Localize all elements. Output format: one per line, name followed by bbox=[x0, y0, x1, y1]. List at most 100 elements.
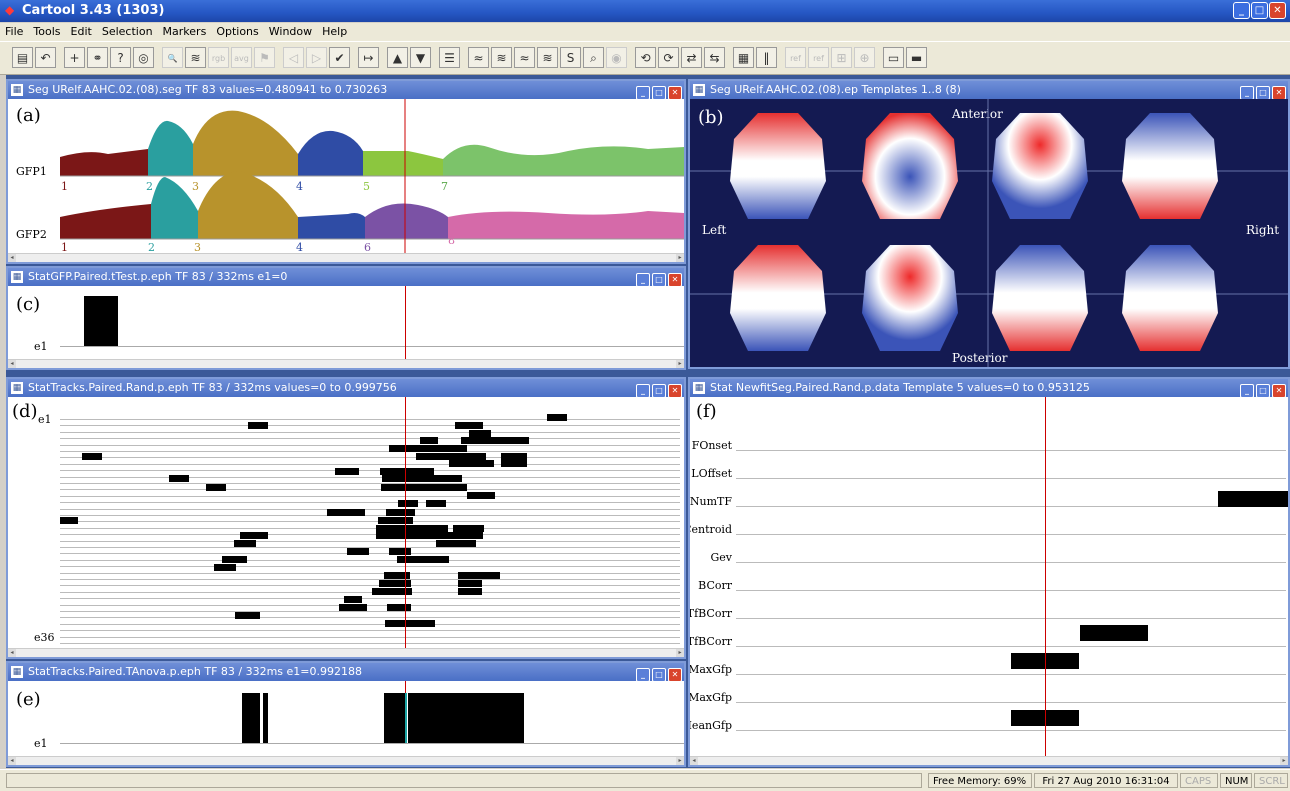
track-line bbox=[60, 611, 680, 612]
tracks-plot[interactable]: (d) e1 e36 bbox=[8, 397, 684, 649]
wave2-icon[interactable]: ≈ bbox=[468, 47, 489, 68]
app-icon[interactable]: ◆ bbox=[5, 4, 18, 17]
wave5-icon[interactable]: ≋ bbox=[537, 47, 558, 68]
minimize-button[interactable]: _ bbox=[636, 273, 650, 287]
significance-bar bbox=[501, 453, 527, 460]
close-button[interactable]: ✕ bbox=[1269, 2, 1286, 19]
grid-icon[interactable]: ▦ bbox=[733, 47, 754, 68]
maximize-button[interactable]: □ bbox=[1256, 384, 1270, 398]
tracks-window[interactable]: ▦ StatTracks.Paired.Rand.p.eph TF 83 / 3… bbox=[6, 377, 686, 659]
minimize-button[interactable]: _ bbox=[636, 384, 650, 398]
seg-window[interactable]: ▦ Seg URelf.AAHC.02.(08).seg TF 83 value… bbox=[6, 79, 686, 264]
wave4-icon[interactable]: ≈ bbox=[514, 47, 535, 68]
maximize-button[interactable]: □ bbox=[1256, 86, 1270, 100]
lines-icon[interactable]: ☰ bbox=[439, 47, 460, 68]
templates-window[interactable]: ▦ Seg URelf.AAHC.02.(08).ep Templates 1.… bbox=[688, 79, 1290, 369]
fit-row-line bbox=[736, 562, 1286, 563]
track-line bbox=[60, 425, 680, 427]
minimize-button[interactable]: _ bbox=[1240, 86, 1254, 100]
ref-icon[interactable]: ref bbox=[785, 47, 806, 68]
minimize-button[interactable]: _ bbox=[636, 668, 650, 682]
wave3-icon[interactable]: ≋ bbox=[491, 47, 512, 68]
templates-maps-view[interactable]: (b) Anterior Posterior Left Right bbox=[690, 99, 1288, 367]
minimize-button[interactable]: _ bbox=[636, 86, 650, 100]
fit-row-line bbox=[736, 478, 1286, 479]
link-icon[interactable]: ⚭ bbox=[87, 47, 108, 68]
close-button[interactable]: ✕ bbox=[668, 668, 682, 682]
window2-icon[interactable]: ▬ bbox=[906, 47, 927, 68]
mdi-workspace: ▦ Seg URelf.AAHC.02.(08).seg TF 83 value… bbox=[6, 75, 1290, 768]
sync4-icon[interactable]: ⇆ bbox=[704, 47, 725, 68]
open-doc-icon[interactable]: ▤ bbox=[12, 47, 33, 68]
menu-file[interactable]: File bbox=[0, 23, 28, 38]
track-line bbox=[60, 566, 680, 568]
barcode-icon[interactable]: ‖ bbox=[756, 47, 777, 68]
undo-icon[interactable]: ↶ bbox=[35, 47, 56, 68]
minimize-button[interactable]: _ bbox=[1240, 384, 1254, 398]
down-icon[interactable]: ▼ bbox=[410, 47, 431, 68]
fitting-window[interactable]: ▦ Stat NewfitSeg.Paired.Rand.p.data Temp… bbox=[688, 377, 1290, 767]
ref2-icon[interactable]: ref bbox=[808, 47, 829, 68]
menu-markers[interactable]: Markers bbox=[158, 23, 212, 38]
fit-row-label: NumTF bbox=[690, 495, 732, 508]
close-button[interactable]: ✕ bbox=[668, 384, 682, 398]
fitting-window-titlebar[interactable]: ▦ Stat NewfitSeg.Paired.Rand.p.data Temp… bbox=[690, 379, 1288, 398]
horizontal-scrollbar[interactable]: ◂ ▸ bbox=[8, 756, 684, 765]
horizontal-scrollbar[interactable]: ◂ ▸ bbox=[690, 756, 1288, 765]
tracks-window-titlebar[interactable]: ▦ StatTracks.Paired.Rand.p.eph TF 83 / 3… bbox=[8, 379, 684, 398]
close-button[interactable]: ✕ bbox=[668, 86, 682, 100]
flag-icon[interactable]: ⚑ bbox=[254, 47, 275, 68]
prev-icon[interactable]: ◁ bbox=[283, 47, 304, 68]
tanova-window[interactable]: ▦ StatTracks.Paired.TAnova.p.eph TF 83 /… bbox=[6, 661, 686, 767]
sync-icon[interactable]: ⟲ bbox=[635, 47, 656, 68]
templates-window-titlebar[interactable]: ▦ Seg URelf.AAHC.02.(08).ep Templates 1.… bbox=[690, 81, 1288, 100]
maximize-button[interactable]: □ bbox=[1251, 2, 1268, 19]
seg-plot[interactable]: (a) GFP1 GFP2 1 2 3 4 5 7 1 2 3 4 6 8 bbox=[8, 99, 684, 254]
up-icon[interactable]: ▲ bbox=[387, 47, 408, 68]
eye-icon[interactable]: ◉ bbox=[606, 47, 627, 68]
scale-icon[interactable]: ⊞ bbox=[831, 47, 852, 68]
maximize-button[interactable]: □ bbox=[652, 384, 666, 398]
rgb-icon[interactable]: rgb bbox=[208, 47, 229, 68]
fitting-plot[interactable]: (f) FOnset LOffset NumTF Centroid Gev BCorr Tf… bbox=[690, 397, 1288, 757]
scale2-icon[interactable]: ⊕ bbox=[854, 47, 875, 68]
window-icon[interactable]: ▭ bbox=[883, 47, 904, 68]
ttest-window[interactable]: ▦ StatGFP.Paired.tTest.p.eph TF 83 / 332… bbox=[6, 266, 686, 370]
avg-icon[interactable]: avg bbox=[231, 47, 252, 68]
tanova-plot[interactable]: (e) e1 bbox=[8, 681, 684, 757]
minimize-button[interactable]: _ bbox=[1233, 2, 1250, 19]
horizontal-scrollbar[interactable]: ◂ ▸ bbox=[8, 648, 684, 657]
maximize-button[interactable]: □ bbox=[652, 273, 666, 287]
app-titlebar[interactable]: ◆ Cartool 3.43 (1303) _ □ ✕ bbox=[0, 0, 1290, 22]
ttest-window-titlebar[interactable]: ▦ StatGFP.Paired.tTest.p.eph TF 83 / 332… bbox=[8, 268, 684, 287]
tanova-window-titlebar[interactable]: ▦ StatTracks.Paired.TAnova.p.eph TF 83 /… bbox=[8, 663, 684, 682]
menu-window[interactable]: Window bbox=[264, 23, 317, 38]
close-button[interactable]: ✕ bbox=[1272, 86, 1286, 100]
check-icon[interactable]: ✔ bbox=[329, 47, 350, 68]
maximize-button[interactable]: □ bbox=[652, 86, 666, 100]
menu-selection[interactable]: Selection bbox=[97, 23, 158, 38]
horizontal-scrollbar[interactable]: ◂ ▸ bbox=[8, 359, 684, 368]
significance-bar bbox=[335, 468, 359, 475]
sync3-icon[interactable]: ⇄ bbox=[681, 47, 702, 68]
close-button[interactable]: ✕ bbox=[668, 273, 682, 287]
add-icon[interactable]: + bbox=[64, 47, 85, 68]
menu-tools[interactable]: Tools bbox=[28, 23, 65, 38]
s-wave-icon[interactable]: S bbox=[560, 47, 581, 68]
menu-options[interactable]: Options bbox=[211, 23, 263, 38]
wave-icon[interactable]: ≋ bbox=[185, 47, 206, 68]
magnify-icon[interactable]: 🔍 bbox=[162, 47, 183, 68]
close-button[interactable]: ✕ bbox=[1272, 384, 1286, 398]
maximize-button[interactable]: □ bbox=[652, 668, 666, 682]
menu-help[interactable]: Help bbox=[317, 23, 352, 38]
next-icon[interactable]: ▷ bbox=[306, 47, 327, 68]
seg-window-titlebar[interactable]: ▦ Seg URelf.AAHC.02.(08).seg TF 83 value… bbox=[8, 81, 684, 100]
search-wave-icon[interactable]: ⌕ bbox=[583, 47, 604, 68]
marker-icon[interactable]: ↦ bbox=[358, 47, 379, 68]
horizontal-scrollbar[interactable]: ◂ ▸ bbox=[8, 253, 684, 262]
menu-edit[interactable]: Edit bbox=[66, 23, 97, 38]
help-icon[interactable]: ? bbox=[110, 47, 131, 68]
ttest-plot[interactable]: (c) e1 bbox=[8, 286, 684, 360]
sync2-icon[interactable]: ⟳ bbox=[658, 47, 679, 68]
compass-icon[interactable]: ◎ bbox=[133, 47, 154, 68]
